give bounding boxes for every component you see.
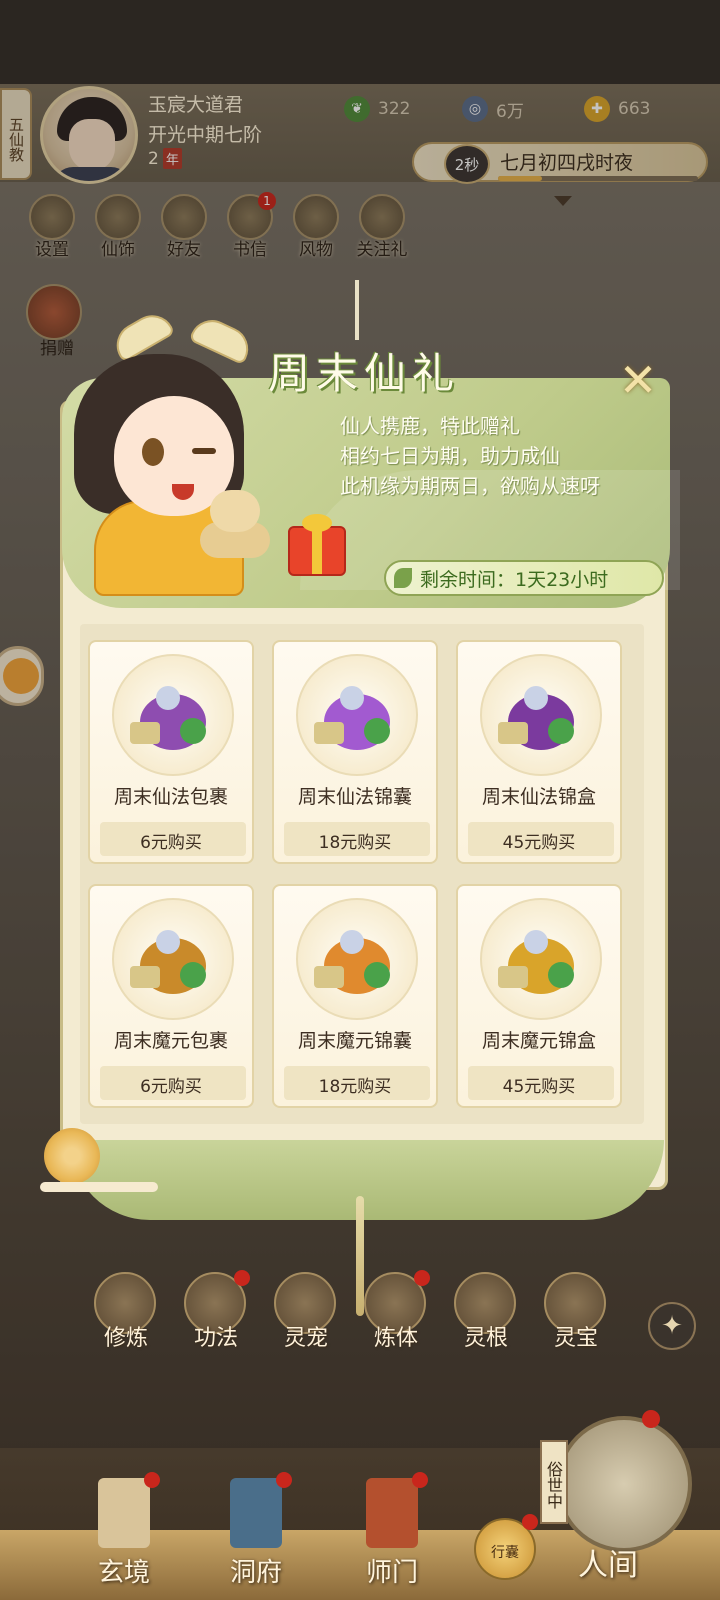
nav-badge bbox=[144, 1472, 160, 1488]
product-card[interactable]: 周末仙法包裹 6元购买 bbox=[88, 640, 254, 864]
product-card[interactable]: 周末魔元包裹 6元购买 bbox=[88, 884, 254, 1108]
function-row: 修炼 功法 灵宠 炼体 灵根 灵宝 bbox=[94, 1270, 608, 1352]
world-tag: 俗世中 bbox=[540, 1440, 568, 1524]
popup-desc-line-3: 此机缘为期两日，欲购从速呀 bbox=[340, 474, 600, 498]
bag-badge bbox=[522, 1514, 538, 1530]
product-icon bbox=[130, 678, 216, 754]
function-badge bbox=[234, 1270, 250, 1286]
world-label: 人间 bbox=[578, 1548, 638, 1583]
popup-desc-line-1: 仙人携鹿，特此赠礼 bbox=[340, 414, 520, 438]
nav-banner-icon bbox=[230, 1478, 282, 1548]
product-card[interactable]: 周末魔元锦盒 45元购买 bbox=[456, 884, 622, 1108]
function-button[interactable]: 功法 bbox=[184, 1270, 250, 1352]
close-icon: ✕ bbox=[618, 353, 658, 407]
nav-item[interactable]: 师门 bbox=[332, 1472, 452, 1598]
world-badge bbox=[642, 1410, 660, 1428]
status-bar-area bbox=[0, 0, 720, 84]
buy-button[interactable]: 45元购买 bbox=[458, 1072, 620, 1097]
function-button[interactable]: 炼体 bbox=[364, 1270, 430, 1352]
more-button[interactable]: ✦ bbox=[648, 1302, 696, 1350]
gift-box-icon bbox=[288, 514, 346, 576]
function-button[interactable]: 修炼 bbox=[94, 1272, 158, 1352]
buy-button[interactable]: 18元购买 bbox=[274, 828, 436, 853]
leaf-icon bbox=[394, 568, 412, 588]
close-button[interactable]: ✕ bbox=[614, 353, 662, 407]
nav-label: 玄境 bbox=[97, 1558, 150, 1588]
function-label: 灵宝 bbox=[553, 1326, 598, 1351]
product-card[interactable]: 周末仙法锦盒 45元购买 bbox=[456, 640, 622, 864]
nav-label: 洞府 bbox=[229, 1558, 282, 1588]
function-button[interactable]: 灵宝 bbox=[544, 1272, 608, 1352]
product-name: 周末仙法锦盒 bbox=[481, 786, 596, 808]
popup-bottom-decoration bbox=[70, 1140, 664, 1220]
product-name: 周末魔元锦囊 bbox=[297, 1030, 412, 1052]
function-label: 修炼 bbox=[103, 1326, 148, 1351]
bag-button[interactable]: 行囊 bbox=[474, 1514, 538, 1580]
bag-label: 行囊 bbox=[491, 1545, 519, 1561]
flower-bar-decoration bbox=[40, 1182, 158, 1192]
product-icon bbox=[498, 922, 584, 998]
plum-flower-decoration bbox=[44, 1128, 100, 1184]
nav-badge bbox=[412, 1472, 428, 1488]
product-name: 周末魔元锦盒 bbox=[481, 1030, 596, 1052]
function-label: 炼体 bbox=[373, 1326, 418, 1351]
function-label: 灵宠 bbox=[283, 1326, 328, 1351]
product-name: 周末仙法锦囊 bbox=[297, 786, 412, 808]
product-icon bbox=[498, 678, 584, 754]
nav-banner-icon bbox=[366, 1478, 418, 1548]
product-name: 周末仙法包裹 bbox=[113, 786, 228, 808]
function-label: 灵根 bbox=[463, 1326, 508, 1351]
product-card[interactable]: 周末魔元锦囊 18元购买 bbox=[272, 884, 438, 1108]
tassel-top-decoration bbox=[355, 280, 359, 340]
nav-banner-icon bbox=[98, 1478, 150, 1548]
function-label: 功法 bbox=[193, 1326, 238, 1351]
remaining-time: 剩余时间：1天23小时 bbox=[384, 560, 664, 596]
popup-title: 周末仙礼 bbox=[268, 349, 461, 398]
function-button[interactable]: 灵根 bbox=[454, 1272, 518, 1352]
product-icon bbox=[314, 922, 400, 998]
world-map-button[interactable] bbox=[556, 1416, 692, 1552]
popup-desc-line-2: 相约七日为期，助力成仙 bbox=[340, 444, 560, 468]
nav-label: 师门 bbox=[365, 1558, 418, 1588]
nav-item[interactable]: 玄境 bbox=[64, 1472, 184, 1598]
product-icon bbox=[130, 922, 216, 998]
remaining-time-text: 剩余时间：1天23小时 bbox=[420, 568, 609, 591]
product-name: 周末魔元包裹 bbox=[113, 1030, 228, 1052]
nav-badge bbox=[276, 1472, 292, 1488]
buy-button[interactable]: 6元购买 bbox=[90, 828, 252, 853]
function-button[interactable]: 灵宠 bbox=[274, 1272, 338, 1352]
buy-button[interactable]: 6元购买 bbox=[90, 1072, 252, 1097]
product-icon bbox=[314, 678, 400, 754]
deer-icon bbox=[194, 470, 274, 560]
buy-button[interactable]: 45元购买 bbox=[458, 828, 620, 853]
nav-item[interactable]: 洞府 bbox=[196, 1472, 316, 1598]
buy-button[interactable]: 18元购买 bbox=[274, 1072, 436, 1097]
product-card[interactable]: 周末仙法锦囊 18元购买 bbox=[272, 640, 438, 864]
function-badge bbox=[414, 1270, 430, 1286]
